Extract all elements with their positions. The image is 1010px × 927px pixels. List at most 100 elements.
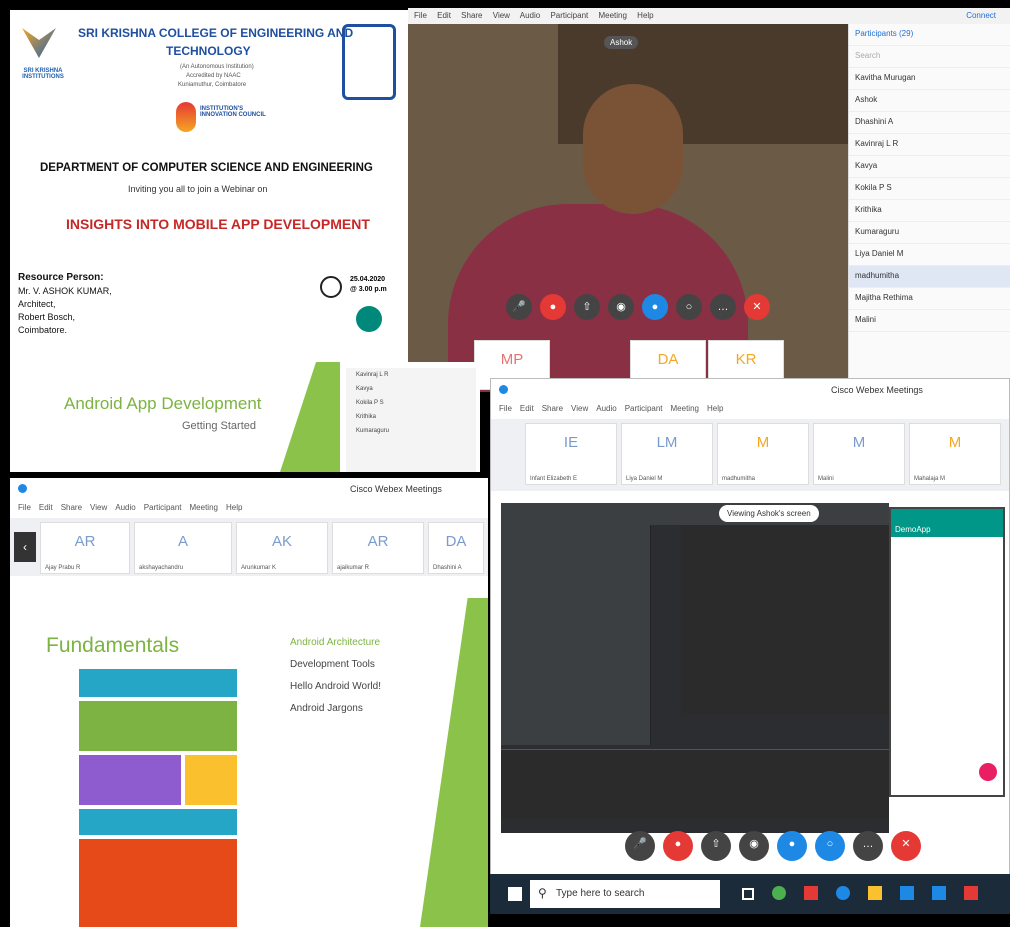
webex-icon (499, 385, 508, 394)
participant-item[interactable]: Liya Daniel M (849, 244, 1010, 266)
slide-subtitle: Getting Started (182, 420, 256, 432)
participant-tile[interactable]: Aakshayachandru (134, 522, 232, 574)
kernel-layer (78, 838, 238, 927)
menu-help[interactable]: Help (226, 503, 242, 512)
crest-logo (342, 24, 396, 100)
menu-view[interactable]: View (571, 404, 588, 413)
participant-tile[interactable]: IE Infant Elizabeth E (525, 423, 617, 485)
participant-item[interactable]: Dhashini A (849, 112, 1010, 134)
menu-edit[interactable]: Edit (520, 404, 534, 413)
menu-view[interactable]: View (90, 503, 107, 512)
viewing-banner: Viewing Ashok's screen (719, 505, 819, 522)
participant-tile[interactable]: Mmadhumitha (717, 423, 809, 485)
bullet-item: Android Architecture (290, 637, 381, 648)
leave-button[interactable]: ✕ (744, 294, 770, 320)
menu-file[interactable]: File (414, 11, 427, 20)
participant-item[interactable]: Kumaraguru (849, 222, 1010, 244)
menu-edit[interactable]: Edit (437, 11, 451, 20)
slide-title: Fundamentals (46, 634, 180, 657)
webinar-date: 25.04.2020 (350, 276, 386, 283)
menu-file[interactable]: File (18, 503, 31, 512)
connect-link[interactable]: Connect (966, 11, 996, 20)
chat-button[interactable]: ○ (676, 294, 702, 320)
app-icon-red[interactable] (964, 886, 978, 900)
menu-participant[interactable]: Participant (144, 503, 182, 512)
participant-item[interactable]: Kavya (849, 156, 1010, 178)
participant-item[interactable]: Kavitha Murugan (849, 68, 1010, 90)
participant-tile[interactable]: AK Arunkumar K (236, 522, 328, 574)
menu-audio[interactable]: Audio (115, 503, 135, 512)
participant-tile[interactable]: M Mahalaja M (909, 423, 1001, 485)
menu-audio[interactable]: Audio (520, 11, 540, 20)
menu-participant[interactable]: Participant (550, 11, 588, 20)
participant-tile[interactable]: M Malini (813, 423, 905, 485)
participant-tile[interactable]: LM Liya Daniel M (621, 423, 713, 485)
participant-search[interactable]: Search (849, 46, 1010, 68)
clock-icon (320, 276, 342, 298)
video-off-button[interactable]: ● (540, 294, 566, 320)
taskbar-search[interactable]: ⚲ Type here to search (530, 880, 720, 908)
leave-button[interactable]: ✕ (891, 831, 921, 861)
mute-button[interactable]: 🎤 (506, 294, 532, 320)
participant-item[interactable]: Malini (849, 310, 1010, 332)
chrome-icon[interactable] (772, 886, 786, 900)
menu-share[interactable]: Share (61, 503, 82, 512)
prev-arrow-button[interactable]: ‹ (14, 532, 36, 562)
edge-icon[interactable] (836, 886, 850, 900)
share-button[interactable]: ⇧ (701, 831, 731, 861)
tile-name: Liya Daniel M (626, 476, 663, 482)
participants-panel: Participants (29) Search Kavitha Murugan… (848, 24, 1010, 392)
windows-start-icon[interactable] (508, 887, 522, 901)
participant-item[interactable]: Majitha Rethima (849, 288, 1010, 310)
tile-name: Arunkumar K (241, 565, 277, 571)
participant-item-selected[interactable]: madhumitha (849, 266, 1010, 288)
participant-tile[interactable]: AR ajaikumar R (332, 522, 424, 574)
webex-window-fundamentals: Cisco Webex Meetings File Edit Share View Au… (10, 478, 488, 927)
menu-help[interactable]: Help (637, 11, 653, 20)
menu-share[interactable]: Share (542, 404, 563, 413)
mute-button[interactable]: 🎤 (625, 831, 655, 861)
menu-meeting[interactable]: Meeting (598, 11, 626, 20)
participant-item[interactable]: Ashok (849, 90, 1010, 112)
record-button[interactable]: ◉ (608, 294, 634, 320)
video-off-button[interactable]: ● (663, 831, 693, 861)
menu-share[interactable]: Share (461, 11, 482, 20)
more-button[interactable]: … (853, 831, 883, 861)
menu-participant[interactable]: Participant (625, 404, 663, 413)
menu-view[interactable]: View (493, 11, 510, 20)
menu-meeting[interactable]: Meeting (671, 404, 699, 413)
bullet-item: Hello Android World! (290, 681, 381, 692)
participant-item[interactable]: Kavinraj L R (849, 134, 1010, 156)
store-icon[interactable] (900, 886, 914, 900)
participant-tile[interactable]: DA Dhashini A (428, 522, 484, 574)
file-explorer-icon[interactable] (868, 886, 882, 900)
menu-help[interactable]: Help (707, 404, 723, 413)
speaker-video: Ashok 🎤 ● ⇧ ◉ ● ○ … ✕ MP DA KR (408, 24, 848, 392)
architecture-diagram (78, 668, 238, 927)
fab-button[interactable] (979, 763, 997, 781)
participant-item[interactable]: Krithika (849, 200, 1010, 222)
participants-button[interactable]: ● (642, 294, 668, 320)
menu-bar: File Edit Share View Audio Participant Meeting… (10, 500, 488, 518)
menu-audio[interactable]: Audio (596, 404, 616, 413)
menu-meeting[interactable]: Meeting (190, 503, 218, 512)
menu-file[interactable]: File (499, 404, 512, 413)
more-button[interactable]: … (710, 294, 736, 320)
speaker-head (583, 84, 683, 214)
app-icon[interactable] (804, 886, 818, 900)
menu-bar: File Edit Share View Audio Participant Meeting… (491, 401, 1009, 419)
participant-item[interactable]: Kokila P S (849, 178, 1010, 200)
participant-tile[interactable]: AR Ajay Prabu R (40, 522, 130, 574)
side-name: Krithika (356, 414, 377, 420)
task-view-icon[interactable] (742, 888, 754, 900)
side-name: Kavinraj L R (356, 372, 389, 378)
webex-icon (18, 484, 27, 493)
department-title: DEPARTMENT OF COMPUTER SCIENCE AND ENGIN… (40, 162, 373, 174)
share-button[interactable]: ⇧ (574, 294, 600, 320)
mail-icon[interactable] (932, 886, 946, 900)
record-button[interactable]: ◉ (739, 831, 769, 861)
participants-button[interactable]: ● (777, 831, 807, 861)
menu-edit[interactable]: Edit (39, 503, 53, 512)
chat-button[interactable]: ○ (815, 831, 845, 861)
side-name: Kokila P S (356, 400, 384, 406)
